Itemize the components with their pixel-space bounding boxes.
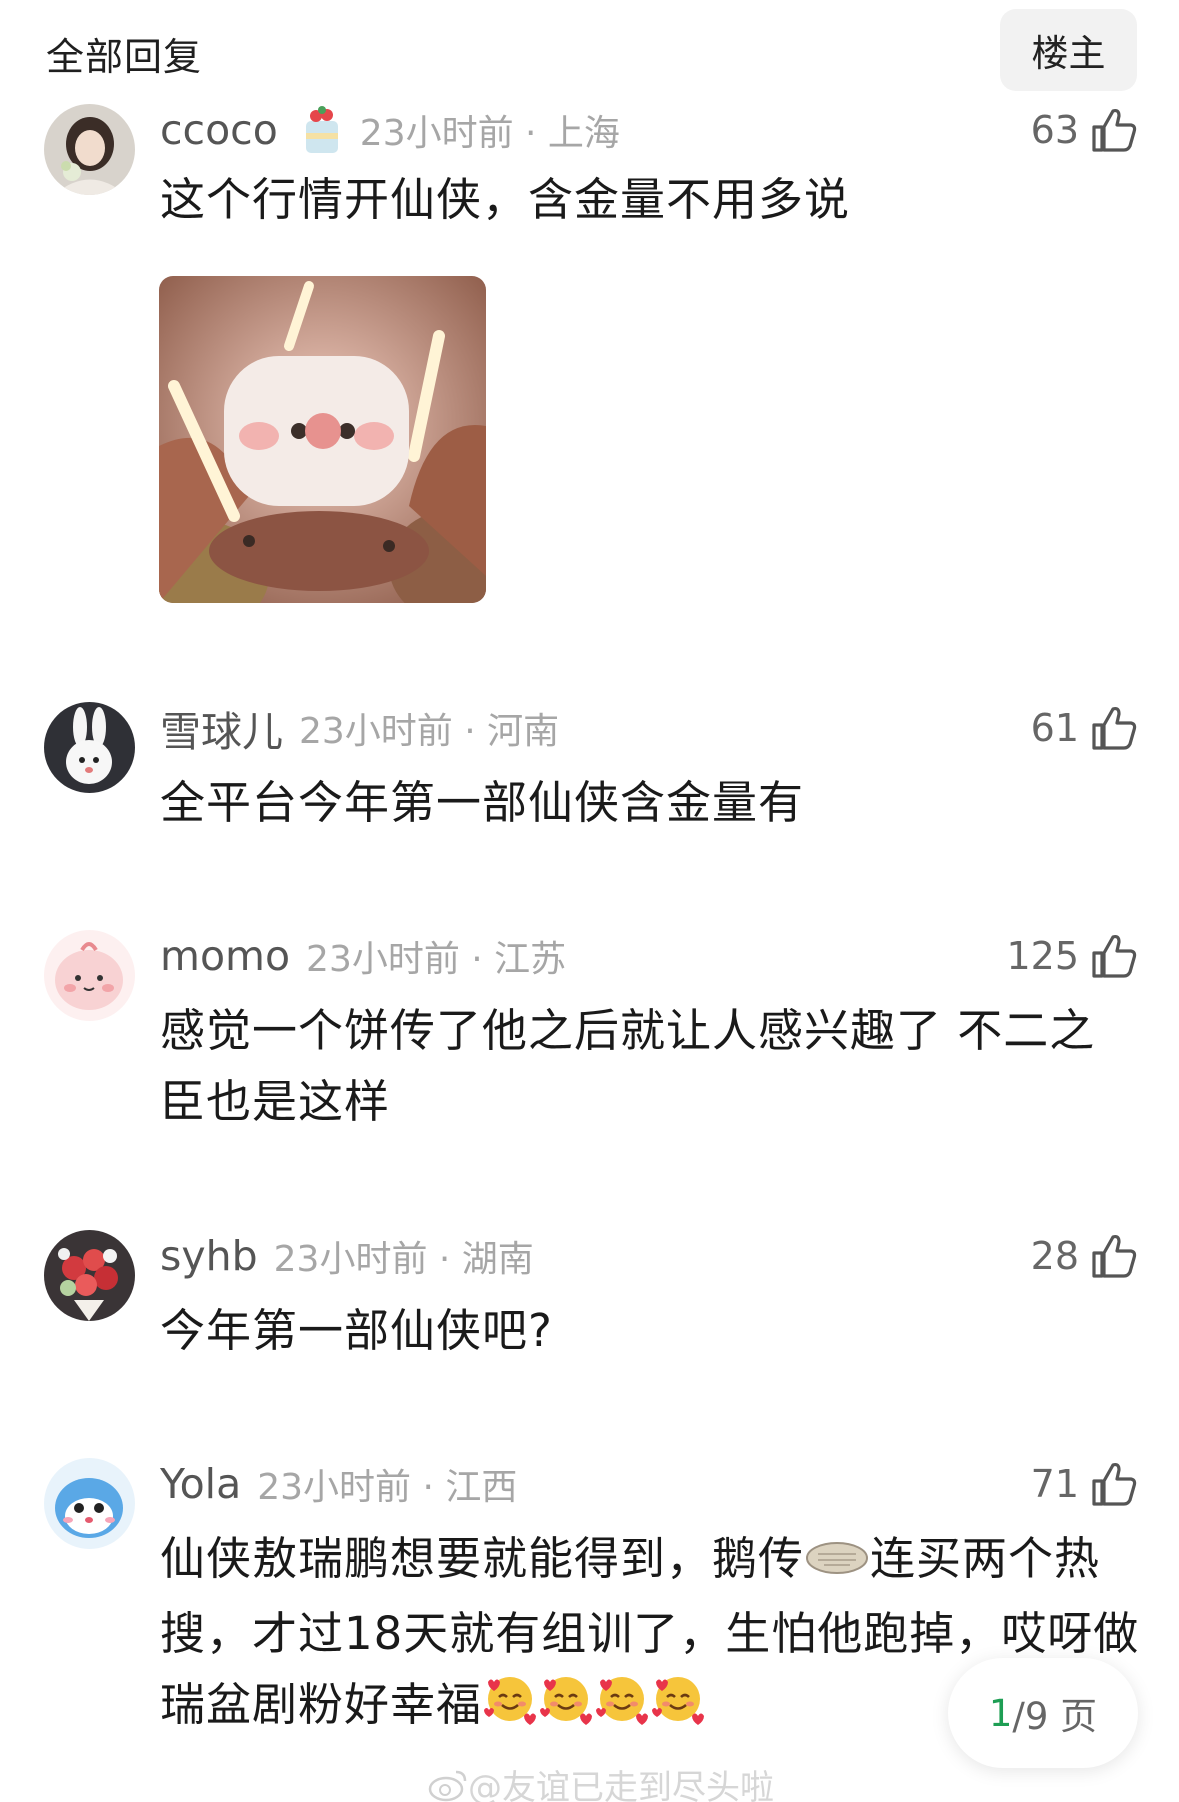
like-button[interactable]: 71 — [1031, 1458, 1139, 1510]
watermark-text: @友谊已走到尽头啦 — [468, 1768, 774, 1802]
smiling-hearts-emoji — [482, 1670, 538, 1746]
thumbs-up-icon — [1092, 706, 1137, 750]
comment-meta: Yola 23小时前 · 江西 — [160, 1458, 517, 1510]
comment-time-location: 23小时前 · 江苏 — [306, 939, 567, 980]
username[interactable]: momo — [160, 932, 290, 980]
op-only-filter-button[interactable]: 楼主 — [1000, 9, 1137, 91]
current-page: 1 — [988, 1691, 1013, 1735]
comment-text-part: 仙侠敖瑞鹏想要就能得到，鹅传 — [160, 1532, 805, 1585]
username[interactable]: ccoco — [160, 106, 278, 154]
comment-time-location: 23小时前 · 湖南 — [273, 1239, 534, 1280]
thumbs-up-icon — [1092, 934, 1137, 978]
comment-text: 全平台今年第一部仙侠含金量有 — [160, 776, 805, 829]
like-button[interactable]: 28 — [1031, 1230, 1139, 1282]
username[interactable]: 雪球儿 — [160, 698, 283, 758]
comment-meta: syhb 23小时前 · 湖南 — [160, 1230, 534, 1282]
thumbs-up-icon — [1092, 1462, 1137, 1506]
comment-meta: ccoco 23小时前 · 上海 — [160, 104, 620, 156]
page-indicator-button[interactable]: 1/9 页 — [948, 1658, 1138, 1768]
user-avatar[interactable] — [44, 104, 135, 195]
comment-text: 感觉一个饼传了他之后就让人感兴趣了 不二之臣也是这样 — [160, 1004, 1096, 1128]
username[interactable]: Yola — [160, 1460, 241, 1508]
like-button[interactable]: 125 — [1006, 930, 1139, 982]
total-pages: /9 页 — [1012, 1695, 1098, 1738]
smiling-hearts-emoji — [538, 1670, 594, 1746]
like-count: 61 — [1030, 706, 1079, 750]
weibo-logo-icon — [428, 1770, 467, 1801]
cake-badge-icon — [300, 103, 344, 157]
comment-image[interactable] — [159, 276, 486, 603]
thumbs-up-icon — [1092, 108, 1137, 152]
weibo-watermark: @友谊已走到尽头啦 — [428, 1760, 774, 1802]
like-count: 28 — [1030, 1234, 1079, 1278]
like-count: 71 — [1030, 1462, 1079, 1506]
smiling-hearts-emoji — [594, 1670, 650, 1746]
comment-time-location: 23小时前 · 江西 — [257, 1467, 518, 1508]
pancake-sticker-icon — [804, 1527, 870, 1598]
comment-meta: momo 23小时前 · 江苏 — [160, 930, 566, 982]
like-count: 63 — [1030, 108, 1079, 152]
user-avatar[interactable] — [44, 1458, 135, 1549]
user-avatar[interactable] — [44, 1230, 135, 1321]
comment-time-location: 23小时前 · 上海 — [359, 113, 620, 154]
like-button[interactable]: 61 — [1031, 702, 1139, 754]
like-button[interactable]: 63 — [1031, 104, 1139, 156]
comment-meta: 雪球儿 23小时前 · 河南 — [160, 702, 560, 756]
page-title: 全部回复 — [46, 35, 203, 79]
thumbs-up-icon — [1092, 1234, 1137, 1278]
like-count: 125 — [1006, 934, 1079, 978]
user-avatar[interactable] — [44, 930, 135, 1021]
smiling-hearts-emoji — [650, 1670, 706, 1746]
comment-time-location: 23小时前 · 河南 — [299, 711, 560, 752]
username[interactable]: syhb — [160, 1232, 258, 1280]
comment-text: 今年第一部仙侠吧? — [160, 1304, 553, 1357]
comment-text: 这个行情开仙侠，含金量不用多说 — [160, 173, 851, 226]
user-avatar[interactable] — [44, 702, 135, 793]
